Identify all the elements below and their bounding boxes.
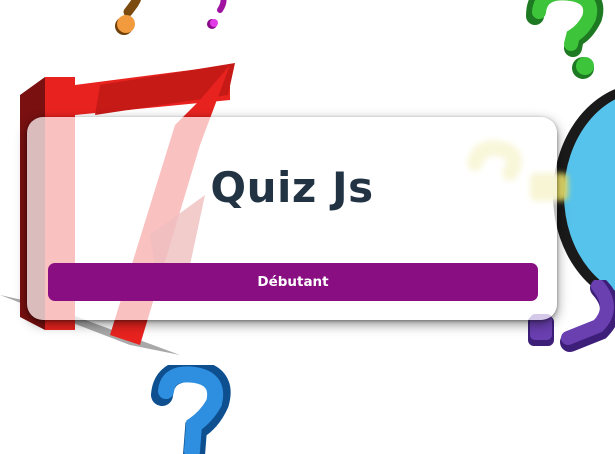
quiz-home-screen: Quiz Js Débutant [0,0,615,454]
level-beginner-button[interactable]: Débutant [48,263,538,301]
magenta-question-mark-icon [207,0,227,29]
orange-question-mark-icon [115,0,142,35]
page-title: Quiz Js [210,163,374,212]
green-question-mark-icon [526,0,604,79]
blue-question-mark-icon [151,365,231,454]
quiz-card: Quiz Js Débutant [27,117,557,320]
